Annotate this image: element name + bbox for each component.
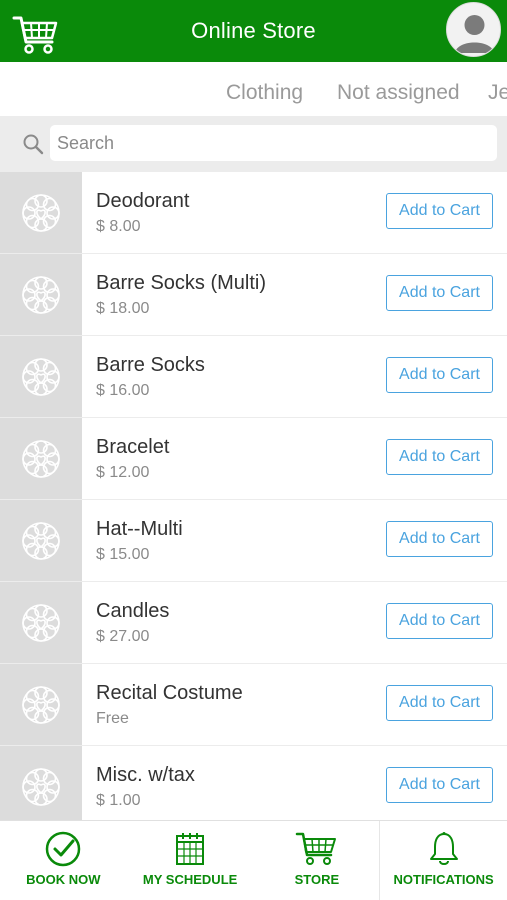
check-circle-icon (45, 831, 81, 872)
user-avatar-icon[interactable] (446, 2, 501, 57)
product-thumbnail (0, 254, 82, 335)
product-thumbnail (0, 746, 82, 827)
product-thumbnail (0, 336, 82, 417)
calendar-icon (174, 831, 206, 872)
product-row: Hat--Multi $ 15.00 Add to Cart (0, 500, 507, 582)
nav-store[interactable]: STORE (253, 821, 381, 900)
app-header: Online Store (0, 0, 507, 62)
placeholder-flower-icon (22, 276, 60, 314)
add-to-cart-button[interactable]: Add to Cart (386, 767, 493, 803)
product-price: $ 12.00 (96, 464, 150, 481)
product-name: Bracelet (96, 436, 170, 458)
product-name: Misc. w/tax (96, 764, 195, 786)
add-to-cart-button[interactable]: Add to Cart (386, 275, 493, 311)
product-price: Free (96, 710, 129, 727)
product-thumbnail (0, 500, 82, 581)
search-input[interactable] (50, 125, 497, 161)
search-bar (0, 117, 507, 172)
search-icon (22, 133, 44, 155)
product-row: Barre Socks (Multi) $ 18.00 Add to Cart (0, 254, 507, 336)
bell-icon (428, 831, 460, 872)
product-name: Deodorant (96, 190, 190, 212)
product-price: $ 1.00 (96, 792, 141, 809)
product-name: Barre Socks (Multi) (96, 272, 267, 294)
product-thumbnail (0, 418, 82, 499)
placeholder-flower-icon (22, 194, 60, 232)
nav-label: STORE (294, 872, 340, 887)
product-thumbnail (0, 172, 82, 253)
tab-not-assigned[interactable]: Not assigned (337, 81, 460, 105)
nav-label: BOOK NOW (26, 872, 101, 887)
product-price: $ 18.00 (96, 300, 150, 317)
nav-book-now[interactable]: BOOK NOW (0, 821, 127, 900)
bottom-nav: BOOK NOW MY SCHEDULE STORE NOTIFICATIONS (0, 820, 507, 900)
nav-label: MY SCHEDULE (142, 872, 238, 887)
product-name: Hat--Multi (96, 518, 183, 540)
placeholder-flower-icon (22, 358, 60, 396)
add-to-cart-button[interactable]: Add to Cart (386, 193, 493, 229)
product-row: Misc. w/tax $ 1.00 Add to Cart (0, 746, 507, 828)
product-price: $ 27.00 (96, 628, 150, 645)
product-name: Recital Costume (96, 682, 243, 704)
placeholder-flower-icon (22, 768, 60, 806)
product-name: Barre Socks (96, 354, 205, 376)
placeholder-flower-icon (22, 522, 60, 560)
product-thumbnail (0, 582, 82, 663)
add-to-cart-button[interactable]: Add to Cart (386, 357, 493, 393)
product-row: Barre Socks $ 16.00 Add to Cart (0, 336, 507, 418)
nav-notifications[interactable]: NOTIFICATIONS (380, 821, 507, 900)
tab-clothing[interactable]: Clothing (226, 81, 303, 105)
cart-icon (295, 831, 339, 872)
add-to-cart-button[interactable]: Add to Cart (386, 603, 493, 639)
placeholder-flower-icon (22, 686, 60, 724)
product-list: Deodorant $ 8.00 Add to Cart Barre Socks… (0, 172, 507, 828)
nav-label: NOTIFICATIONS (393, 872, 494, 887)
page-title: Online Store (191, 18, 316, 43)
add-to-cart-button[interactable]: Add to Cart (386, 685, 493, 721)
product-row: Candles $ 27.00 Add to Cart (0, 582, 507, 664)
product-price: $ 8.00 (96, 218, 141, 235)
product-row: Bracelet $ 12.00 Add to Cart (0, 418, 507, 500)
product-thumbnail (0, 664, 82, 745)
nav-my-schedule[interactable]: MY SCHEDULE (127, 821, 254, 900)
product-row: Recital Costume Free Add to Cart (0, 664, 507, 746)
tab-partial[interactable]: Je (488, 81, 507, 105)
product-price: $ 16.00 (96, 382, 150, 399)
placeholder-flower-icon (22, 604, 60, 642)
add-to-cart-button[interactable]: Add to Cart (386, 439, 493, 475)
add-to-cart-button[interactable]: Add to Cart (386, 521, 493, 557)
category-tabs: Clothing Not assigned Je (0, 62, 507, 117)
product-name: Candles (96, 600, 170, 622)
placeholder-flower-icon (22, 440, 60, 478)
product-row: Deodorant $ 8.00 Add to Cart (0, 172, 507, 254)
product-price: $ 15.00 (96, 546, 150, 563)
